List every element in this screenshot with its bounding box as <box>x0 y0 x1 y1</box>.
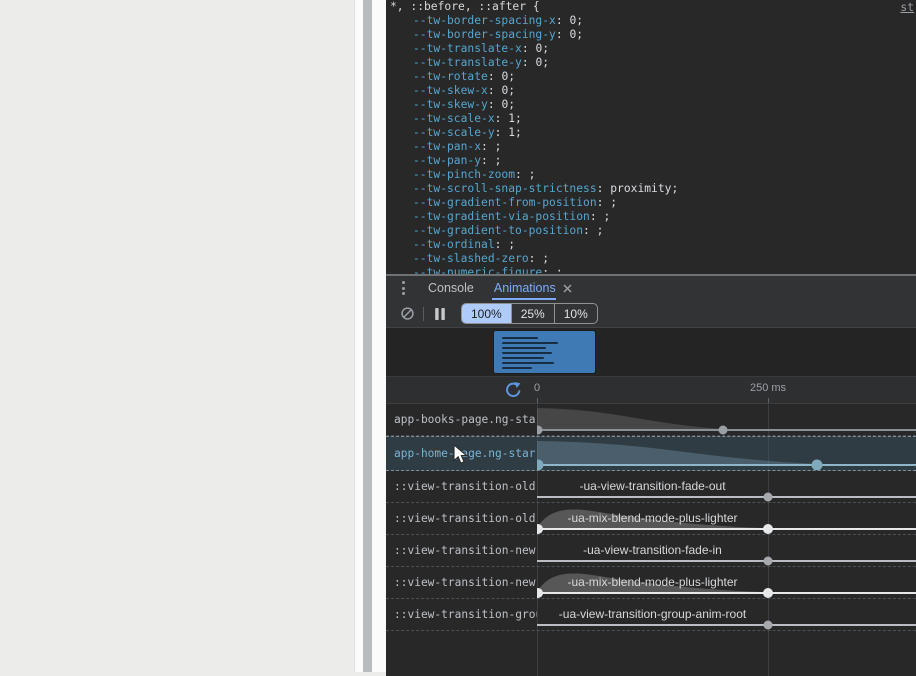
stylesheet-source-link[interactable]: st <box>900 1 914 15</box>
animation-row[interactable]: ::view-transition-group-ua-view-transiti… <box>386 599 916 631</box>
speed-button-10[interactable]: 10% <box>554 304 597 323</box>
animation-preview-strip <box>386 328 916 377</box>
css-declaration[interactable]: --tw-ordinal: ; <box>386 238 916 252</box>
keyframe-dot[interactable] <box>764 557 773 566</box>
keyframe-dot[interactable] <box>812 460 823 471</box>
css-declaration[interactable]: --tw-translate-y: 0; <box>386 56 916 70</box>
animations-toolbar: 100%25%10% <box>386 300 916 328</box>
css-declaration[interactable]: --tw-skew-y: 0; <box>386 98 916 112</box>
animation-target-label[interactable]: ::view-transition-new( <box>386 535 537 566</box>
animation-track[interactable] <box>537 404 916 435</box>
animation-target-label[interactable]: ::view-transition-old( <box>386 471 537 502</box>
animation-track[interactable]: -ua-view-transition-fade-out <box>537 471 916 502</box>
styles-pane: *, ::before, ::after { --tw-border-spaci… <box>386 0 916 274</box>
ruler-tick <box>768 398 769 403</box>
keyframe-dot[interactable] <box>764 621 773 630</box>
devtools-drawer: Console Animations 100%25%10% <box>386 276 916 676</box>
toolbar-separator <box>423 307 424 321</box>
keyframe-dot[interactable] <box>763 524 773 534</box>
css-declaration[interactable]: --tw-scale-x: 1; <box>386 112 916 126</box>
pause-button[interactable] <box>431 305 449 323</box>
css-declaration[interactable]: --tw-pinch-zoom: ; <box>386 168 916 182</box>
animation-row[interactable]: ::view-transition-old(-ua-view-transitio… <box>386 471 916 503</box>
page-scrollbar-gutter <box>354 0 387 672</box>
clear-all-button[interactable] <box>398 305 416 323</box>
animation-row[interactable]: app-books-page.ng-star <box>386 404 916 436</box>
animation-row[interactable]: app-home-page.ng-star- <box>386 436 916 471</box>
animation-row[interactable]: ::view-transition-old(-ua-mix-blend-mode… <box>386 503 916 535</box>
css-declaration[interactable]: --tw-border-spacing-y: 0; <box>386 28 916 42</box>
keyframe-dot[interactable] <box>719 426 728 435</box>
clear-icon <box>400 306 415 321</box>
keyframe-dot[interactable] <box>763 588 773 598</box>
animation-track[interactable]: -ua-mix-blend-mode-plus-lighter <box>537 567 916 598</box>
css-declaration[interactable]: --tw-skew-x: 0; <box>386 84 916 98</box>
speed-button-100[interactable]: 100% <box>462 304 511 323</box>
animation-target-label[interactable]: ::view-transition-group <box>386 599 537 630</box>
ruler-zero-label: 0 <box>527 382 547 394</box>
animation-target-label[interactable]: app-books-page.ng-star <box>386 404 537 435</box>
css-declaration[interactable]: --tw-slashed-zero: ; <box>386 252 916 266</box>
animation-row[interactable]: ::view-transition-new(-ua-view-transitio… <box>386 535 916 567</box>
tab-console[interactable]: Console <box>418 276 484 300</box>
ruler-tick <box>537 398 538 403</box>
devtools-panel: *, ::before, ::after { --tw-border-spaci… <box>386 0 916 672</box>
drawer-tab-bar: Console Animations <box>386 276 916 300</box>
tab-strip: Console Animations <box>418 276 582 300</box>
css-declaration[interactable]: --tw-numeric-figure: ; <box>386 266 916 274</box>
close-icon <box>563 284 572 293</box>
timeline-ruler: 0 250 ms <box>386 377 916 404</box>
kebab-menu-icon[interactable] <box>396 280 410 296</box>
animation-row[interactable]: ::view-transition-new(-ua-mix-blend-mode… <box>386 567 916 599</box>
css-declaration[interactable]: --tw-pan-y: ; <box>386 154 916 168</box>
animation-track[interactable] <box>537 437 916 470</box>
replay-icon <box>504 381 522 399</box>
close-tab-button[interactable] <box>563 284 572 293</box>
css-declaration[interactable]: --tw-gradient-from-position: ; <box>386 196 916 210</box>
css-declarations: --tw-border-spacing-x: 0;--tw-border-spa… <box>386 14 916 274</box>
css-declaration[interactable]: --tw-pan-x: ; <box>386 140 916 154</box>
keyframe-dot[interactable] <box>764 493 773 502</box>
animation-track[interactable]: -ua-view-transition-fade-in <box>537 535 916 566</box>
replay-button[interactable] <box>504 381 522 399</box>
animation-target-label[interactable]: app-home-page.ng-star- <box>386 437 537 470</box>
pause-icon <box>433 307 447 321</box>
animation-target-label[interactable]: ::view-transition-old( <box>386 503 537 534</box>
animation-preview-thumbnail[interactable] <box>494 331 595 373</box>
tab-label: Animations <box>494 281 556 295</box>
animation-track[interactable]: -ua-mix-blend-mode-plus-lighter <box>537 503 916 534</box>
css-declaration[interactable]: --tw-border-spacing-x: 0; <box>386 14 916 28</box>
css-declaration[interactable]: --tw-translate-x: 0; <box>386 42 916 56</box>
ruler-duration-label: 250 ms <box>733 382 803 394</box>
playback-speed-group: 100%25%10% <box>461 303 598 324</box>
animation-target-label[interactable]: ::view-transition-new( <box>386 567 537 598</box>
css-declaration[interactable]: --tw-scroll-snap-strictness: proximity; <box>386 182 916 196</box>
css-declaration[interactable]: --tw-gradient-to-position: ; <box>386 224 916 238</box>
animation-track[interactable]: -ua-view-transition-group-anim-root <box>537 599 916 630</box>
css-selector-line[interactable]: *, ::before, ::after { <box>386 0 916 14</box>
speed-button-25[interactable]: 25% <box>511 304 554 323</box>
css-declaration[interactable]: --tw-scale-y: 1; <box>386 126 916 140</box>
tab-label: Console <box>428 281 474 295</box>
animation-rows: app-books-page.ng-starapp-home-page.ng-s… <box>386 404 916 676</box>
browser-page-background <box>0 0 354 672</box>
css-declaration[interactable]: --tw-gradient-via-position: ; <box>386 210 916 224</box>
page-scrollbar-thumb[interactable] <box>363 0 372 672</box>
tab-animations[interactable]: Animations <box>484 276 582 300</box>
css-declaration[interactable]: --tw-rotate: 0; <box>386 70 916 84</box>
